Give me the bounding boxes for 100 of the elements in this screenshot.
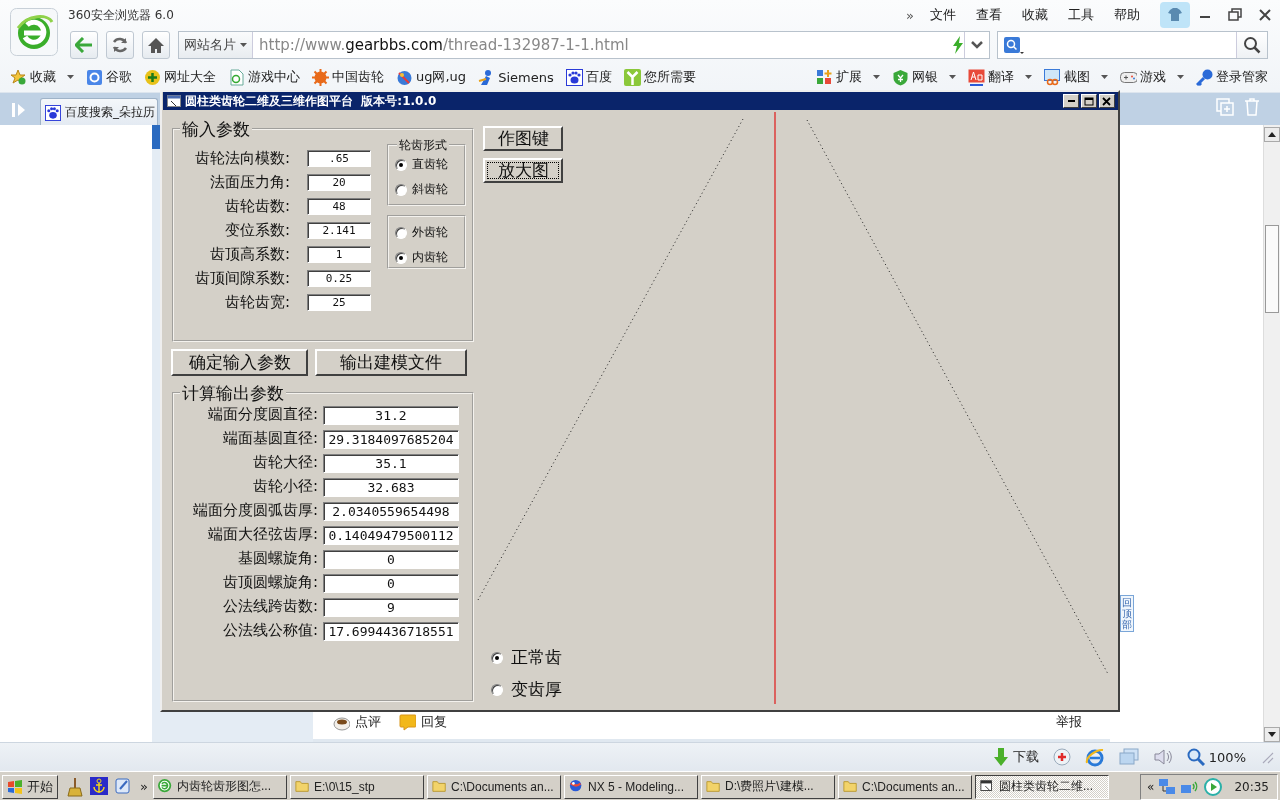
toolbar-item[interactable]: 翻译 [968,68,1032,86]
medical-cross-icon[interactable] [1052,748,1071,766]
network-icon[interactable] [1158,777,1177,796]
download-button[interactable]: 下载 [992,748,1039,766]
start-button[interactable]: 开始 [2,774,58,799]
triangle-up-icon [1268,132,1276,137]
toolbar-item[interactable]: 网银 [892,68,956,86]
menu-item[interactable]: 收藏 [1022,6,1048,24]
result-field[interactable]: 0.14049479500112 [323,526,459,545]
field-label: 端面大径弦齿厚: [206,526,318,545]
broom-icon[interactable] [66,776,84,797]
parameter-field[interactable]: 20 [307,174,371,191]
menu-item[interactable]: 查看 [976,6,1002,24]
bookmark-link[interactable]: ug网,ug [396,68,467,86]
parameter-field[interactable]: .65 [307,150,371,167]
dialog-button[interactable]: 放大图 [483,158,563,183]
bookmark-link[interactable]: 您所需要 [623,68,696,86]
close-icon [1102,96,1112,106]
site-card-dropdown[interactable]: 网站名片 [179,32,253,58]
paw-icon [565,68,583,86]
maximize-button[interactable] [1081,94,1097,108]
dialog-title: 圆柱类齿轮二维及三维作图平台 版本号:1.0.0 [185,92,437,110]
result-field[interactable]: 17.6994436718551 [323,622,459,641]
search-field[interactable] [997,31,1268,59]
bookmark-link[interactable]: 谷歌 [86,68,132,86]
globe-e-icon [157,779,173,794]
radio-option[interactable]: 斜齿轮 [395,181,464,198]
parameter-field[interactable]: 2.141 [307,222,371,239]
gear-icon [312,68,329,86]
bookmark-link[interactable]: 中国齿轮 [312,68,384,86]
result-field[interactable]: 9 [323,598,459,617]
taskbar-button[interactable]: D:\费照片\建模... [700,774,835,799]
dialog-button[interactable]: 输出建模文件 [315,349,467,376]
toolbar-item[interactable]: 游戏 [1120,68,1184,86]
menu-item[interactable]: 工具 [1068,6,1094,24]
home-button[interactable] [142,31,170,59]
taskbar-button[interactable]: NX 5 - Modeling... [563,774,698,799]
taskbar-button[interactable]: E:\0\15_stp [289,774,424,799]
page-icon [228,68,245,86]
document-pen-icon[interactable] [114,776,132,795]
result-field[interactable]: 29.3184097685204 [323,430,459,449]
report-link[interactable]: 举报 [1056,713,1082,731]
search-button[interactable] [1236,32,1267,58]
refresh-button[interactable] [106,31,134,59]
field-label: 齿顶间隙系数: [193,270,290,287]
home-icon [147,36,165,54]
result-field[interactable]: 0 [323,574,459,593]
close-button[interactable] [1099,94,1115,108]
dictionary-icon [968,68,985,86]
bookmark-link[interactable]: 游戏中心 [228,68,300,86]
address-field[interactable]: 网站名片 http://www.gearbbs.com/thread-132987-1-1.html [178,31,990,59]
parameter-field[interactable]: 0.25 [307,270,371,287]
scroll-down-button[interactable] [1264,727,1280,742]
bookmark-link[interactable]: 收藏 [10,68,74,86]
menu-item[interactable]: 文件 [930,6,956,24]
post-action-link[interactable]: 点评 [333,713,381,731]
browser-tab[interactable]: 百度搜索_朵拉历 [40,98,158,126]
quick-launch-more-button[interactable]: » [140,779,148,794]
back-to-top-button[interactable]: 回顶部 [1120,595,1134,632]
radio-option[interactable]: 内齿轮 [395,249,464,266]
taskbar-button[interactable]: 圆柱类齿轮二维... [974,774,1109,799]
parameter-field[interactable]: 48 [307,198,371,215]
speaker-icon[interactable] [1152,748,1173,766]
menu-expand-button[interactable]: » [906,7,914,23]
result-field[interactable]: 0 [323,550,459,569]
zoom-button[interactable]: 100% [1186,748,1246,766]
scroll-thumb[interactable] [1265,225,1279,313]
back-button[interactable] [70,31,98,59]
minimize-button[interactable] [1063,94,1079,108]
anchor-icon[interactable] [90,776,108,795]
radio-option[interactable]: 正常齿 [491,646,562,669]
parameter-field[interactable]: 1 [307,246,371,263]
tray-expand-button[interactable]: « [1147,779,1155,794]
menu-item[interactable]: 帮助 [1114,6,1140,24]
refresh-icon [111,36,129,54]
ie-logo-icon[interactable] [1084,747,1105,767]
result-field[interactable]: 31.2 [323,406,459,425]
bookmark-link[interactable]: 百度 [565,68,612,86]
field-label: 齿轮齿宽: [223,294,290,311]
scroll-up-button[interactable] [1264,127,1280,142]
radio-option[interactable]: 直齿轮 [395,156,464,173]
toolbar-item[interactable]: 截图 [1044,68,1108,86]
toolbar-item[interactable]: 登录管家 [1196,68,1268,86]
toolbar-item[interactable]: 扩展 [816,68,880,86]
post-action-link[interactable]: 回复 [399,713,447,731]
result-field[interactable]: 2.0340559654498 [323,502,459,521]
browser-logo-icon[interactable] [10,8,58,56]
play-icon[interactable] [1204,777,1223,796]
parameter-field[interactable]: 25 [307,294,371,311]
dialog-button[interactable]: 确定输入参数 [171,349,308,376]
result-field[interactable]: 32.683 [323,478,459,497]
bookmark-link[interactable]: 网址大全 [144,68,216,86]
result-field[interactable]: 35.1 [323,454,459,473]
taskbar-button[interactable]: C:\Documents an... [426,774,561,799]
dialog-button[interactable]: 作图键 [483,126,563,151]
bookmark-link[interactable]: Siemens [478,68,554,86]
taskbar-button[interactable]: C:\Documents an... [837,774,972,799]
taskbar-button[interactable]: 内齿轮齿形图怎... [152,774,287,799]
radio-option[interactable]: 变齿厚 [491,678,562,701]
radio-option[interactable]: 外齿轮 [395,224,464,241]
